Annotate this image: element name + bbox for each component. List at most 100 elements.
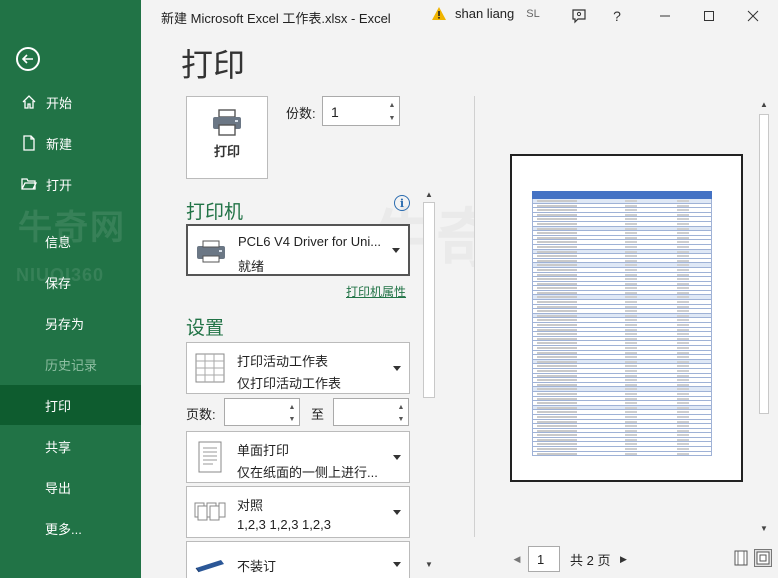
sidebar-item-more[interactable]: 更多... bbox=[0, 508, 141, 548]
print-button[interactable]: 打印 bbox=[186, 96, 268, 179]
sidebar-item-label: 开始 bbox=[46, 95, 73, 111]
worksheet-preview-cell bbox=[625, 305, 637, 308]
collate-select[interactable]: 对照 1,2,3 1,2,3 1,2,3 bbox=[186, 486, 410, 538]
scroll-up-arrow[interactable]: ▲ bbox=[758, 98, 770, 110]
worksheet-preview-cell bbox=[677, 415, 689, 418]
worksheet-preview-cell bbox=[537, 245, 577, 248]
copies-decrement[interactable]: ▼ bbox=[387, 112, 397, 124]
worksheet-preview-cell bbox=[677, 347, 689, 349]
worksheet-preview-cell bbox=[537, 438, 577, 441]
worksheet-preview-cell bbox=[677, 406, 689, 409]
worksheet-preview-cell bbox=[537, 347, 577, 349]
page-to-input[interactable]: ▲ ▼ bbox=[333, 398, 409, 426]
maximize-button[interactable] bbox=[695, 4, 723, 28]
worksheet-preview-cell bbox=[625, 310, 637, 313]
page-from-decrement[interactable]: ▼ bbox=[287, 413, 297, 425]
worksheet-preview-cell bbox=[677, 319, 689, 322]
to-label: 至 bbox=[311, 407, 325, 422]
page-from-increment[interactable]: ▲ bbox=[287, 401, 297, 413]
worksheet-preview-cell bbox=[677, 402, 689, 405]
sidebar-item-label: 新建 bbox=[46, 136, 73, 152]
copies-input[interactable]: 1 ▲ ▼ bbox=[322, 96, 400, 126]
scroll-down-arrow[interactable]: ▼ bbox=[423, 558, 435, 570]
print-sides-primary: 单面打印 bbox=[237, 443, 290, 458]
worksheet-preview-cell bbox=[537, 278, 577, 281]
worksheet-preview-cell bbox=[625, 333, 637, 336]
pages-label: 页数: bbox=[186, 407, 216, 422]
worksheet-preview-cell bbox=[677, 379, 689, 382]
sidebar-item-label: 打开 bbox=[46, 177, 73, 193]
worksheet-preview-cell bbox=[677, 337, 689, 340]
scrollbar-thumb[interactable] bbox=[759, 114, 769, 414]
user-initials: SL bbox=[526, 7, 540, 20]
minimize-button[interactable] bbox=[651, 4, 679, 28]
previous-page-button[interactable]: ◀ bbox=[510, 554, 524, 565]
worksheet-preview-cell bbox=[625, 213, 637, 216]
printer-section-title: 打印机 bbox=[186, 201, 244, 223]
printer-properties-link[interactable]: 打印机属性 bbox=[346, 283, 406, 300]
preview-page bbox=[510, 154, 743, 482]
sidebar-item-save[interactable]: 保存 bbox=[0, 262, 141, 302]
show-margins-button[interactable] bbox=[732, 549, 750, 567]
worksheet-preview-cell bbox=[677, 250, 689, 253]
worksheet-preview-cell bbox=[625, 406, 637, 409]
worksheet-preview-cell bbox=[625, 429, 637, 432]
feedback-button[interactable] bbox=[565, 4, 593, 28]
next-page-button[interactable]: ▶ bbox=[616, 554, 630, 565]
sidebar-item-share[interactable]: 共享 bbox=[0, 426, 141, 466]
scroll-up-arrow[interactable]: ▲ bbox=[423, 188, 435, 200]
worksheet-preview-cell bbox=[625, 434, 637, 437]
sidebar-item-open[interactable]: 打开 bbox=[0, 164, 141, 204]
binding-select[interactable]: 不装订 bbox=[186, 541, 410, 578]
sidebar-item-home[interactable]: 开始 bbox=[0, 82, 141, 122]
worksheet-preview-cell bbox=[537, 287, 577, 290]
worksheet-preview-cell bbox=[677, 291, 689, 294]
chevron-down-icon bbox=[393, 366, 401, 371]
page-from-input[interactable]: ▲ ▼ bbox=[224, 398, 300, 426]
current-page-input[interactable]: 1 bbox=[528, 546, 560, 572]
worksheet-preview-cell bbox=[625, 273, 637, 276]
print-scope-secondary: 仅打印活动工作表 bbox=[237, 376, 342, 391]
worksheet-preview-cell bbox=[537, 255, 577, 258]
worksheet-preview-cell bbox=[677, 204, 689, 207]
worksheet-preview-cell bbox=[625, 319, 637, 322]
sidebar-item-info[interactable]: 信息 bbox=[0, 221, 141, 261]
window-title: 新建 Microsoft Excel 工作表.xlsx - Excel bbox=[161, 11, 391, 26]
settings-scrollbar[interactable]: ▲ ▼ bbox=[421, 186, 437, 578]
print-sides-select[interactable]: 单面打印 仅在纸面的一侧上进行... bbox=[186, 431, 410, 483]
scrollbar-thumb[interactable] bbox=[423, 202, 435, 398]
feedback-icon bbox=[572, 9, 586, 24]
worksheet-preview-cell bbox=[677, 425, 689, 428]
info-icon[interactable]: i bbox=[394, 195, 410, 211]
worksheet-preview-cell bbox=[537, 328, 577, 331]
scroll-down-arrow[interactable]: ▼ bbox=[758, 522, 770, 534]
worksheet-preview-cell bbox=[677, 360, 689, 363]
worksheet-preview-cell bbox=[677, 282, 689, 285]
sidebar-item-save-as[interactable]: 另存为 bbox=[0, 303, 141, 343]
worksheet-preview-cell bbox=[677, 268, 689, 271]
printer-select[interactable]: PCL6 V4 Driver for Uni... 就绪 bbox=[186, 224, 410, 276]
worksheet-preview-cell bbox=[537, 227, 577, 230]
show-margins-icon bbox=[734, 550, 748, 566]
copies-increment[interactable]: ▲ bbox=[387, 99, 397, 111]
preview-scrollbar[interactable]: ▲ ▼ bbox=[756, 96, 772, 537]
sidebar-item-label: 历史记录 bbox=[45, 357, 98, 373]
worksheet-preview-cell bbox=[625, 360, 637, 363]
sidebar-item-export[interactable]: 导出 bbox=[0, 467, 141, 507]
zoom-to-page-button[interactable] bbox=[754, 549, 772, 567]
sidebar-item-print[interactable]: 打印 bbox=[0, 385, 141, 425]
user-account[interactable]: shan liang SL bbox=[431, 6, 540, 21]
warning-icon bbox=[432, 7, 446, 20]
help-button[interactable]: ? bbox=[603, 4, 631, 28]
chevron-down-icon bbox=[393, 510, 401, 515]
worksheet-preview-cell bbox=[537, 209, 577, 212]
page-to-decrement[interactable]: ▼ bbox=[396, 413, 406, 425]
worksheet-preview-cell bbox=[625, 222, 637, 225]
print-scope-select[interactable]: 打印活动工作表 仅打印活动工作表 bbox=[186, 342, 410, 394]
close-button[interactable] bbox=[739, 4, 767, 28]
page-to-increment[interactable]: ▲ bbox=[396, 401, 406, 413]
backstage-sidebar: 牛奇网 NIUQI360 开始 新建 打开 信息 保存 另存为 历史记录 打印 … bbox=[0, 0, 141, 578]
back-button[interactable] bbox=[16, 47, 40, 71]
worksheet-preview-cell bbox=[537, 411, 577, 414]
sidebar-item-new[interactable]: 新建 bbox=[0, 123, 141, 163]
